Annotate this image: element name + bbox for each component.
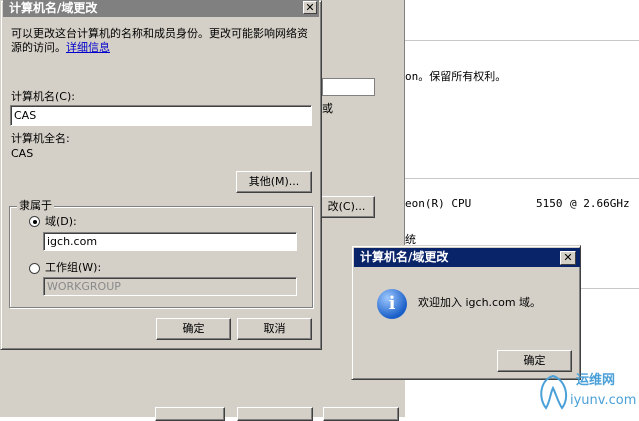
- dialog-title: 计算机名/域更改: [9, 1, 98, 15]
- watermark: 运维网 iyunv.com: [536, 372, 636, 416]
- member-of-label: 隶属于: [17, 199, 54, 213]
- close-icon: ✕: [305, 1, 315, 14]
- cpu-speed: @ 2.66GHz: [570, 197, 630, 210]
- workgroup-input[interactable]: WORKGROUP: [43, 277, 297, 296]
- copyright-text: on。保留所有权利。: [405, 70, 507, 83]
- full-name-label: 计算机全名:: [11, 132, 70, 145]
- watermark-logo-icon: [540, 374, 568, 410]
- computer-name-dialog: 计算机名/域更改 ✕ 可以更改这台计算机的名称和成员身份。更改可能影响网络资源的…: [0, 0, 322, 350]
- right-divider-3: [580, 288, 639, 289]
- details-link[interactable]: 详细信息: [66, 41, 110, 54]
- description: 可以更改这台计算机的名称和成员身份。更改可能影响网络资源的访问。详细信息: [11, 27, 317, 55]
- radio-selected-dot: [33, 220, 37, 224]
- watermark-url: iyunv.com: [570, 393, 637, 408]
- background-bottom-button-1[interactable]: [155, 407, 225, 421]
- ok-button[interactable]: 确定: [156, 318, 231, 340]
- right-divider-2: [405, 178, 639, 179]
- right-divider-1: [405, 40, 639, 41]
- computer-name-label: 计算机名(C):: [11, 90, 75, 103]
- info-icon: i: [377, 289, 407, 319]
- domain-radio-label: 域(D):: [45, 215, 77, 228]
- welcome-dialog: 计算机名/域更改 ✕ i 欢迎加入 igch.com 域。 确定: [351, 245, 581, 380]
- welcome-close-button[interactable]: ✕: [560, 251, 576, 265]
- welcome-ok-button[interactable]: 确定: [497, 350, 572, 372]
- workgroup-radio[interactable]: [29, 263, 40, 274]
- cpu-label: eon(R) CPU: [405, 197, 472, 210]
- cpu-model: 5150: [536, 197, 563, 210]
- cancel-button[interactable]: 取消: [237, 318, 312, 340]
- background-or-text: 或: [322, 102, 333, 115]
- more-button[interactable]: 其他(M)...: [236, 171, 312, 193]
- background-change-button[interactable]: 改(C)...: [318, 196, 375, 218]
- close-button[interactable]: ✕: [303, 1, 317, 14]
- workgroup-radio-label: 工作组(W):: [45, 261, 102, 274]
- computer-name-dialog-titlebar: 计算机名/域更改: [3, 0, 319, 17]
- background-bottom-button-2[interactable]: [237, 407, 313, 421]
- close-icon: ✕: [563, 251, 573, 264]
- welcome-dialog-titlebar: 计算机名/域更改: [354, 248, 580, 267]
- description-text: 可以更改这台计算机的名称和成员身份。更改可能影响网络资源的访问。: [11, 27, 308, 54]
- background-bottom-button-3[interactable]: [323, 407, 399, 421]
- watermark-brand: 运维网: [576, 373, 616, 388]
- full-name-value: CAS: [11, 147, 34, 160]
- welcome-dialog-title: 计算机名/域更改: [360, 250, 449, 264]
- background-field: [322, 78, 375, 96]
- domain-input[interactable]: igch.com: [43, 232, 297, 251]
- domain-radio[interactable]: [29, 216, 40, 227]
- computer-name-input[interactable]: CAS: [10, 105, 312, 126]
- welcome-message: 欢迎加入 igch.com 域。: [418, 296, 542, 309]
